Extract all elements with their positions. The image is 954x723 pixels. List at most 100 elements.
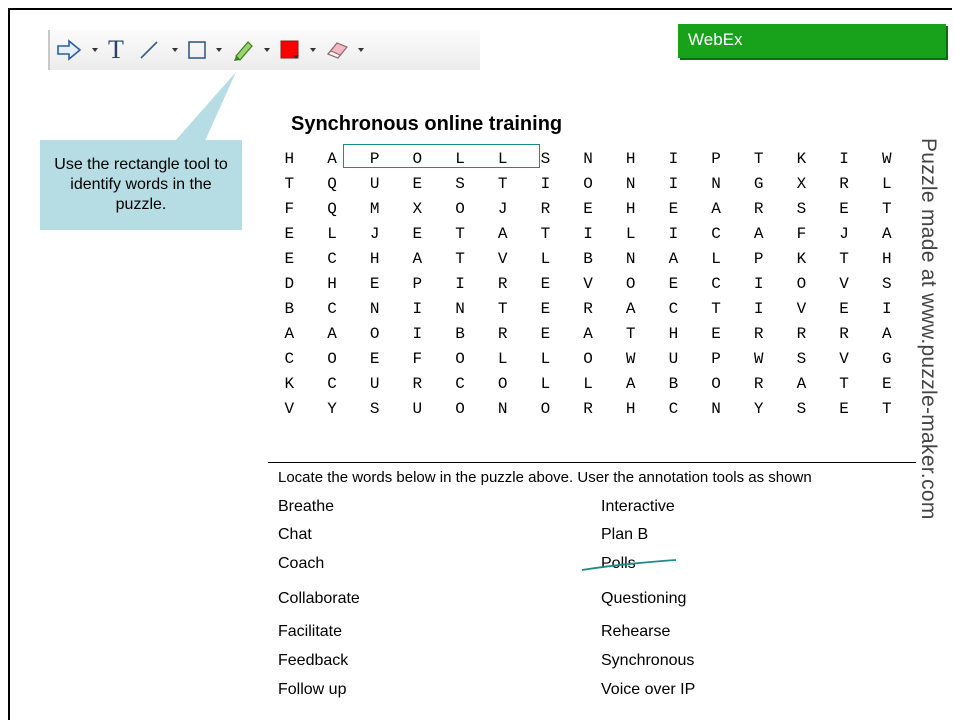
list-item-crossed: Polls	[601, 555, 636, 572]
highlighter-icon[interactable]	[226, 34, 260, 66]
list-item: Collaborate	[278, 590, 360, 607]
grid-cell: N	[369, 299, 380, 318]
grid-cell: R	[583, 399, 593, 418]
grid-cell: F	[412, 349, 423, 368]
text-icon[interactable]: T	[102, 34, 130, 66]
grid-cell: C	[711, 274, 721, 293]
grid-cell: H	[369, 249, 380, 268]
grid-cell: N	[583, 149, 593, 168]
grid-cell: A	[881, 324, 892, 343]
grid-row: ELJETATILICAFJA	[268, 221, 908, 246]
grid-cell: N	[711, 174, 721, 193]
grid-cell: E	[839, 299, 849, 318]
grid-cell: H	[668, 324, 679, 343]
callout-tip: Use the rectangle tool to identify words…	[40, 140, 242, 230]
grid-cell: K	[796, 249, 807, 268]
grid-row: FQMXOJREHEARSET	[268, 196, 908, 221]
highlighter-dropdown-chevron-down-icon[interactable]	[260, 34, 274, 66]
arrow-dropdown-chevron-down-icon[interactable]	[88, 34, 102, 66]
grid-cell: B	[455, 324, 465, 343]
grid-cell: R	[753, 324, 764, 343]
grid-cell: L	[881, 174, 892, 193]
grid-cell: A	[711, 199, 721, 218]
grid-cell: S	[796, 399, 807, 418]
grid-cell: F	[284, 199, 295, 218]
arrow-pointer-icon[interactable]	[50, 34, 88, 66]
grid-cell: T	[540, 224, 551, 243]
puzzle-grid: HAPOLLSNHIPTKIWTQUESTIONINGXRLFQMXOJREHE…	[268, 146, 908, 421]
grid-cell: S	[369, 399, 380, 418]
grid-cell: O	[455, 349, 465, 368]
grid-cell: G	[753, 174, 764, 193]
grid-cell: C	[327, 374, 337, 393]
grid-cell: E	[881, 374, 892, 393]
grid-cell: N	[455, 299, 465, 318]
grid-cell: C	[668, 299, 679, 318]
grid-cell: C	[711, 224, 721, 243]
grid-cell: R	[839, 174, 849, 193]
list-item: Questioning	[601, 590, 687, 607]
grid-cell: N	[711, 399, 721, 418]
grid-cell: E	[711, 324, 721, 343]
grid-cell: I	[583, 224, 593, 243]
grid-cell: S	[455, 174, 465, 193]
list-item: Interactive	[601, 498, 675, 515]
grid-cell: L	[625, 224, 636, 243]
grid-cell: T	[455, 249, 465, 268]
puzzle-title: Synchronous online training	[291, 113, 563, 135]
grid-cell: S	[796, 349, 807, 368]
grid-cell: T	[881, 199, 892, 218]
grid-cell: R	[583, 299, 593, 318]
grid-cell: L	[540, 374, 551, 393]
grid-cell: C	[284, 349, 295, 368]
rectangle-dropdown-chevron-down-icon[interactable]	[212, 34, 226, 66]
grid-cell: L	[583, 374, 593, 393]
grid-cell: R	[540, 199, 551, 218]
grid-cell: O	[796, 274, 807, 293]
grid-cell: Q	[327, 199, 337, 218]
color-dropdown-chevron-down-icon[interactable]	[306, 34, 320, 66]
grid-cell: H	[625, 149, 636, 168]
grid-cell: O	[327, 349, 337, 368]
grid-cell: E	[369, 274, 380, 293]
grid-cell: A	[497, 224, 508, 243]
callout-text: Use the rectangle tool to identify words…	[54, 156, 228, 213]
grid-row: BCNINTERACTIVEI	[268, 296, 908, 321]
grid-cell: P	[711, 349, 721, 368]
grid-cell: T	[455, 224, 465, 243]
eraser-icon[interactable]	[320, 34, 354, 66]
grid-cell: P	[711, 149, 721, 168]
grid-cell: V	[839, 349, 849, 368]
grid-cell: E	[412, 174, 423, 193]
grid-cell: U	[668, 349, 679, 368]
grid-cell: A	[625, 374, 636, 393]
grid-cell: A	[625, 299, 636, 318]
grid-cell: E	[839, 399, 849, 418]
list-item: Facilitate	[278, 623, 343, 640]
grid-row: ECHATVLBNALPKTH	[268, 246, 908, 271]
grid-cell: Y	[753, 399, 764, 418]
grid-cell: R	[497, 274, 508, 293]
line-icon[interactable]	[130, 34, 168, 66]
grid-cell: E	[369, 349, 380, 368]
grid-cell: L	[711, 249, 721, 268]
grid-row: VYSUONORHCNYSET	[268, 396, 908, 421]
grid-cell: Q	[327, 174, 337, 193]
color-icon[interactable]	[274, 34, 306, 66]
grid-cell: A	[668, 249, 679, 268]
grid-cell: A	[284, 324, 295, 343]
rectangle-icon[interactable]	[182, 34, 212, 66]
grid-row: COEFOLLOWUPWSVG	[268, 346, 908, 371]
grid-cell: I	[412, 299, 423, 318]
eraser-dropdown-chevron-down-icon[interactable]	[354, 34, 368, 66]
grid-cell: C	[455, 374, 465, 393]
grid-cell: K	[284, 374, 295, 393]
grid-cell: U	[369, 374, 380, 393]
grid-cell: I	[540, 174, 551, 193]
line-dropdown-chevron-down-icon[interactable]	[168, 34, 182, 66]
grid-cell: P	[412, 274, 423, 293]
grid-cell: T	[711, 299, 721, 318]
grid-cell: L	[497, 349, 508, 368]
webex-badge: WebEx	[678, 24, 946, 58]
grid-cell: V	[497, 249, 508, 268]
